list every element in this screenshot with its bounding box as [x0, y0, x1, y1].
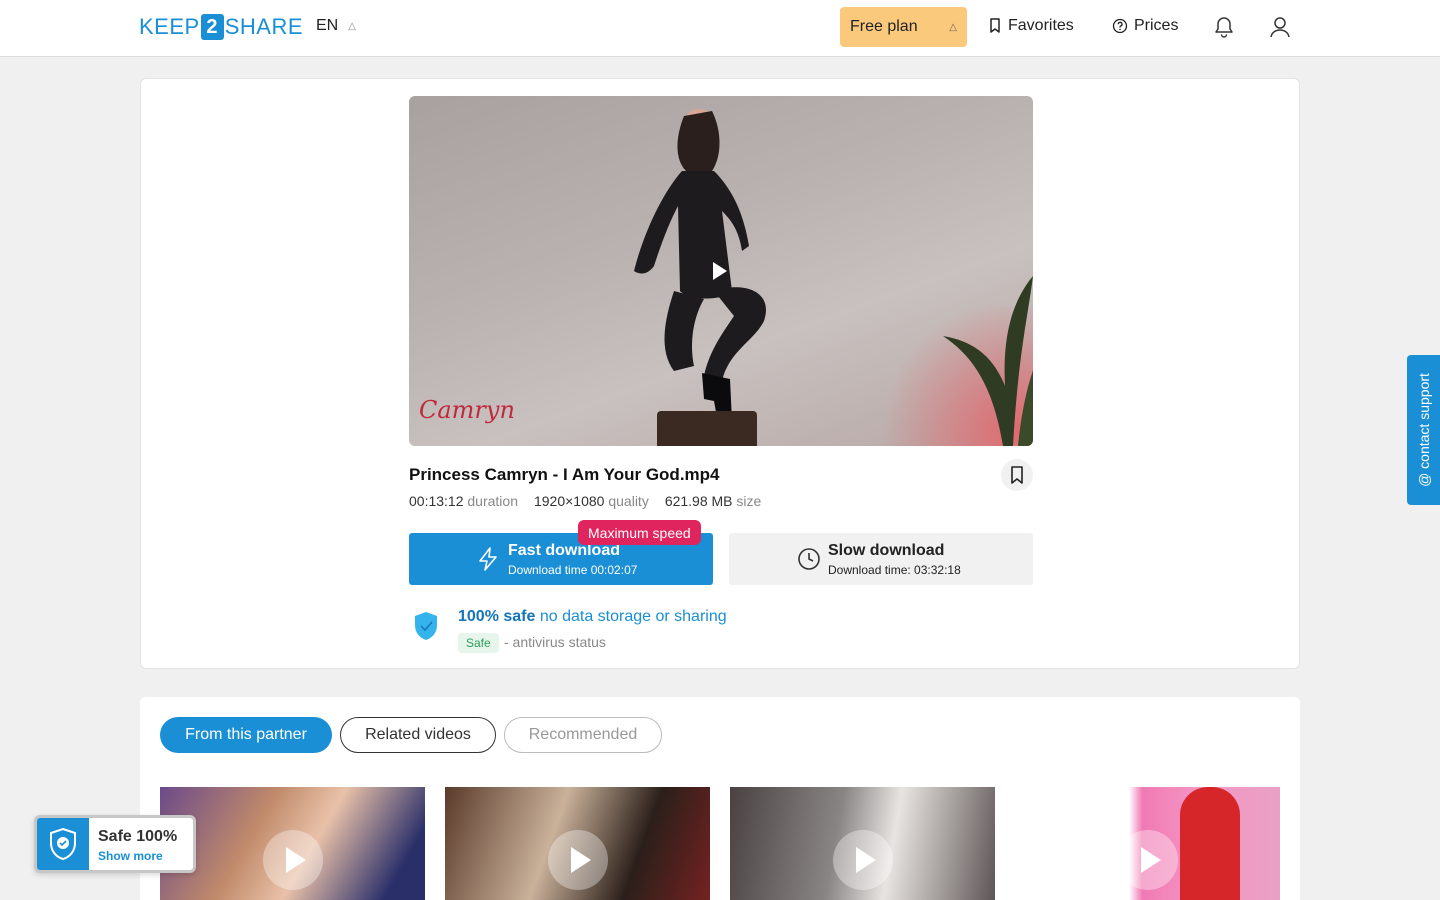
quality-label: quality [608, 493, 649, 509]
safety-bold: 100% safe [458, 608, 536, 625]
safe-widget-title: Safe 100% [98, 828, 178, 845]
duration-info: 00:13:12 duration [409, 493, 518, 509]
chevron-up-icon: △ [348, 20, 356, 32]
play-icon[interactable] [1118, 830, 1178, 890]
quality-value: 1920×1080 [533, 493, 605, 509]
video-thumbnail[interactable] [160, 787, 425, 900]
duration-label: duration [467, 493, 518, 509]
language-label: EN [316, 17, 339, 34]
slow-download-button[interactable]: Slow download Download time: 03:32:18 [729, 533, 1033, 585]
safety-info: 100% safe no data storage or sharing Saf… [409, 607, 809, 657]
plant-decoration [943, 276, 1033, 446]
safe-widget-icon-box [37, 818, 89, 870]
antivirus-status: - antivirus status [504, 634, 606, 650]
slow-download-title: Slow download [828, 542, 945, 559]
chevron-up-icon: △ [949, 21, 957, 33]
thumbnail-figure [1180, 787, 1240, 900]
favorites-link[interactable]: Favorites [988, 17, 1074, 35]
bookmark-button[interactable] [1001, 459, 1033, 491]
size-info: 621.98 MB size [665, 493, 762, 509]
video-preview[interactable]: Camryn [409, 96, 1033, 446]
contact-support-label: @ contact support [1415, 373, 1432, 487]
file-title: Princess Camryn - I Am Your God.mp4 [409, 465, 720, 484]
bookmark-icon [1011, 466, 1023, 484]
stool [657, 411, 757, 446]
video-thumbnail[interactable] [1015, 787, 1280, 900]
video-thumbnail[interactable] [445, 787, 710, 900]
shield-check-icon [415, 612, 437, 640]
file-meta: 00:13:12 duration 1920×1080 quality 621.… [409, 493, 761, 509]
show-more-link[interactable]: Show more [98, 849, 163, 863]
safe-widget[interactable]: Safe 100% Show more [34, 815, 196, 873]
play-icon[interactable] [833, 830, 893, 890]
plan-label: Free plan [850, 18, 918, 35]
site-logo[interactable]: KEEP 2 SHARE [139, 14, 303, 40]
logo-text-right: SHARE [224, 14, 303, 39]
antivirus-badge: Safe [458, 633, 499, 653]
play-icon[interactable] [263, 830, 323, 890]
max-speed-badge: Maximum speed [578, 520, 701, 545]
shield-check-icon [50, 827, 76, 861]
tab-recommended[interactable]: Recommended [504, 717, 662, 753]
quality-info: 1920×1080 quality [534, 493, 649, 509]
duration-value: 00:13:12 [409, 493, 464, 509]
file-card: Camryn Princess Camryn - I Am Your God.m… [140, 78, 1300, 669]
videos-section: From this partner Related videos Recomme… [140, 697, 1300, 900]
safety-desc: no data storage or sharing [539, 608, 727, 625]
size-value: 621.98 MB [664, 493, 733, 509]
clock-icon [798, 548, 820, 570]
logo-text-mid: 2 [200, 14, 224, 40]
logo-text-left: KEEP [139, 14, 200, 39]
prices-link[interactable]: Prices [1112, 17, 1178, 35]
safety-text: 100% safe no data storage or sharing [458, 608, 727, 626]
user-icon[interactable] [1269, 15, 1291, 39]
slow-download-time: Download time: 03:32:18 [828, 563, 961, 577]
tab-from-partner[interactable]: From this partner [160, 717, 332, 753]
prices-label: Prices [1134, 17, 1179, 34]
contact-support-button[interactable]: @ contact support [1407, 355, 1440, 505]
language-selector[interactable]: EN △ [316, 17, 356, 35]
top-header: KEEP 2 SHARE EN △ Free plan △ Favorites Pr… [0, 0, 1440, 57]
video-watermark: Camryn [419, 396, 515, 424]
fast-download-time: Download time 00:02:07 [508, 563, 638, 577]
play-icon[interactable] [713, 262, 727, 280]
favorites-label: Favorites [1008, 17, 1074, 34]
plan-dropdown[interactable]: Free plan △ [840, 7, 967, 47]
bell-icon[interactable] [1213, 15, 1235, 39]
lightning-icon [479, 547, 497, 571]
help-circle-icon [1112, 18, 1128, 34]
bookmark-icon [990, 18, 1000, 33]
person-figure [634, 109, 766, 423]
tab-related-videos[interactable]: Related videos [340, 717, 496, 753]
play-icon[interactable] [548, 830, 608, 890]
size-label: size [736, 493, 762, 509]
video-thumbnail[interactable] [730, 787, 995, 900]
